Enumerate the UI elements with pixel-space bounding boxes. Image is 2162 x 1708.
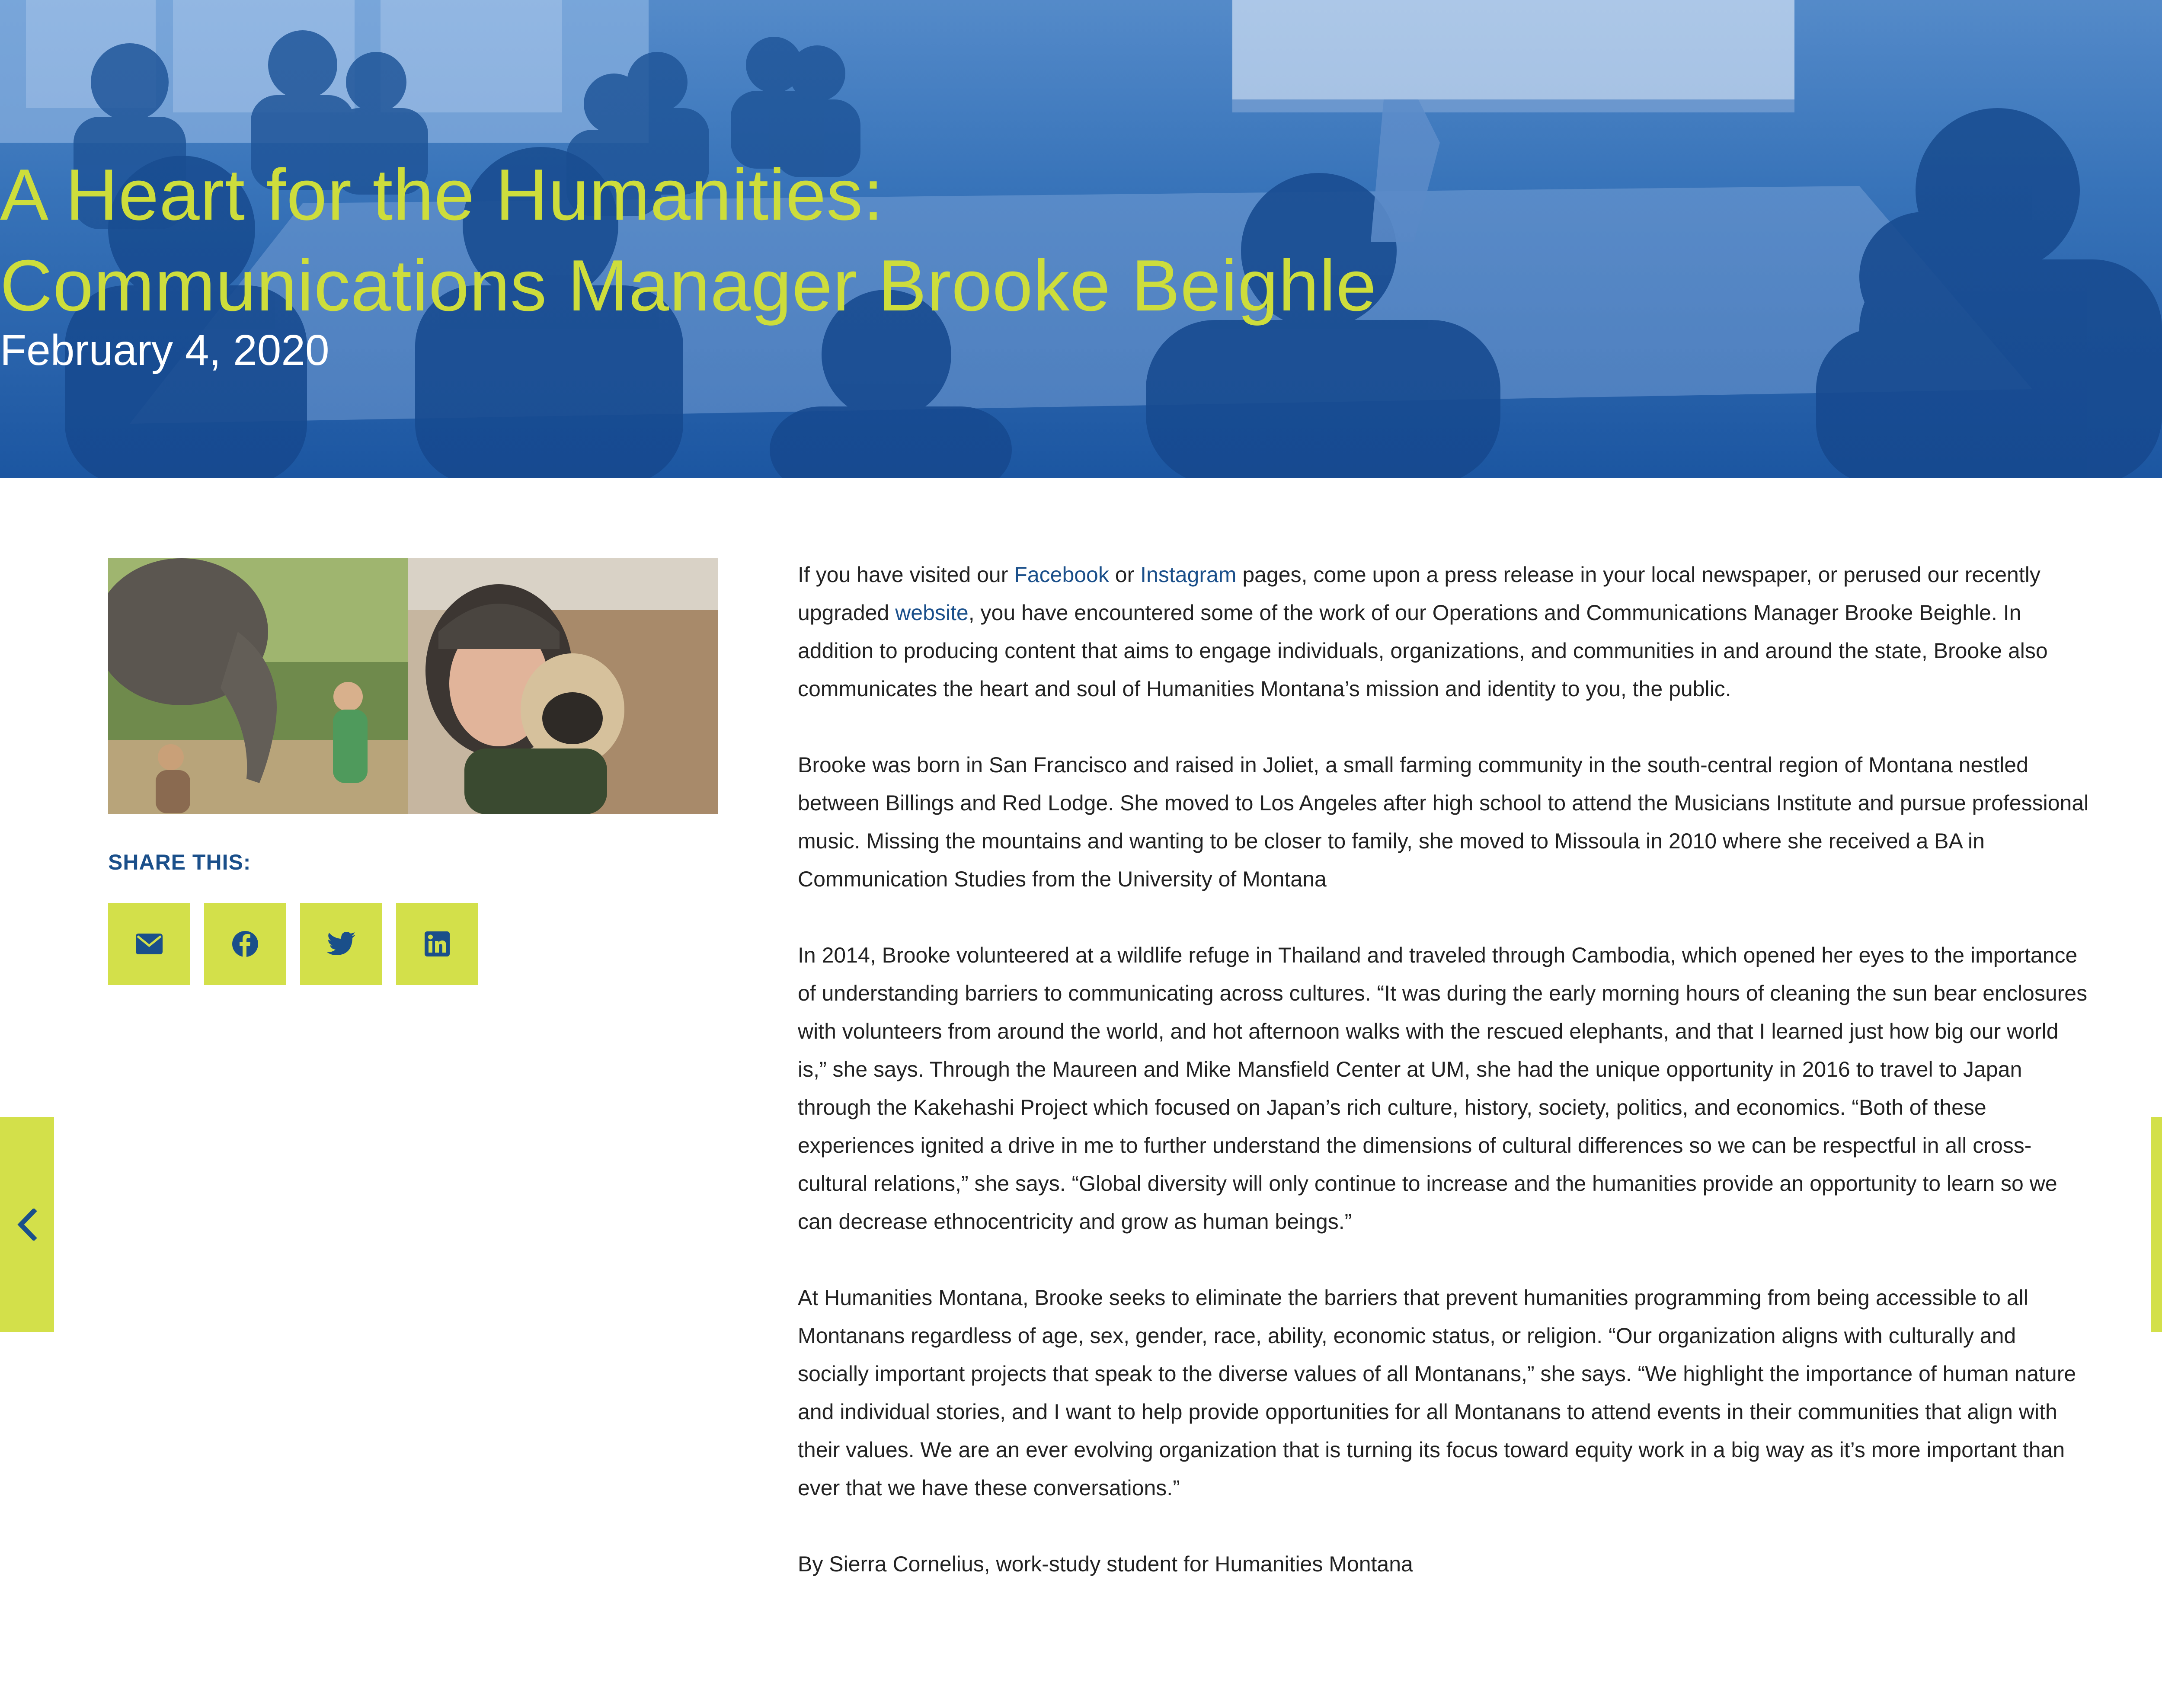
article-paragraph-2: Brooke was born in San Francisco and rai…: [798, 753, 2089, 891]
instagram-link[interactable]: Instagram: [1140, 563, 1236, 587]
paragraph-text: , you have encountered some of the work …: [798, 601, 2048, 701]
facebook-icon: [232, 931, 258, 957]
facebook-link[interactable]: Facebook: [1014, 563, 1109, 587]
share-email-button[interactable]: [108, 903, 190, 985]
website-link[interactable]: website: [895, 601, 969, 625]
share-heading: SHARE THIS:: [108, 850, 251, 874]
share-linkedin-button[interactable]: [396, 903, 478, 985]
paragraph-text: If you have visited our: [798, 563, 1014, 587]
page-title-line1: A Heart for the Humanities:: [0, 154, 884, 235]
article-paragraph-1: If you have visited our Facebook or Inst…: [798, 556, 2091, 708]
next-post-button[interactable]: [2151, 1117, 2162, 1332]
article-paragraph-4: At Humanities Montana, Brooke seeks to e…: [798, 1286, 2076, 1500]
page-title-line2: Communications Manager Brooke Beighle: [0, 245, 1377, 326]
twitter-icon: [327, 932, 355, 955]
previous-post-button[interactable]: [0, 1117, 54, 1332]
share-facebook-button[interactable]: [204, 903, 286, 985]
share-twitter-button[interactable]: [300, 903, 382, 985]
elephant-photo: [108, 558, 408, 814]
article-body: If you have visited our Facebook or Inst…: [798, 556, 2091, 1621]
page-title: A Heart for the Humanities: Communicatio…: [0, 149, 2162, 331]
hero-banner: A Heart for the Humanities: Communicatio…: [0, 0, 2162, 478]
paragraph-text: or: [1109, 563, 1141, 587]
email-icon: [136, 934, 163, 954]
article-paragraph-3: In 2014, Brooke volunteered at a wildlif…: [798, 943, 2088, 1234]
featured-photo-collage: [108, 558, 718, 814]
portrait-with-pug-photo: [408, 558, 718, 814]
linkedin-icon: [425, 931, 450, 956]
chevron-left-icon: [17, 1209, 37, 1241]
post-date: February 4, 2020: [0, 326, 329, 374]
article-byline: By Sierra Cornelius, work-study student …: [798, 1552, 1413, 1576]
